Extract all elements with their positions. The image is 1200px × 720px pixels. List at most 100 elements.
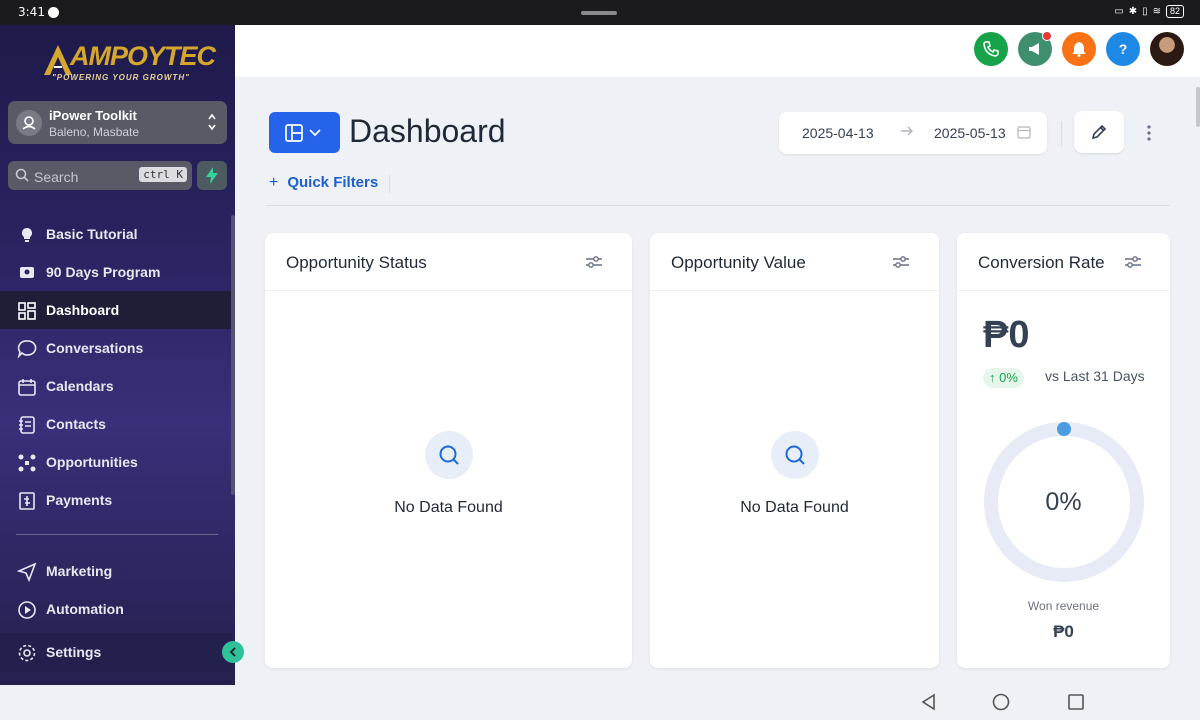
card-header: Opportunity Status: [265, 233, 632, 291]
sidebar: AMPOYTEC "POWERING YOUR GROWTH" iPower T…: [0, 25, 235, 685]
sidebar-item-conversations[interactable]: Conversations: [0, 329, 232, 367]
conversion-value: ₱0: [983, 314, 1030, 356]
filters-separator: [389, 175, 390, 193]
card-title: Conversion Rate: [978, 253, 1105, 272]
account-switcher[interactable]: iPower Toolkit Baleno, Masbate: [8, 101, 227, 144]
more-vertical-icon[interactable]: [1140, 123, 1158, 143]
handle-icon: [581, 11, 617, 15]
account-location: Baleno, Masbate: [49, 125, 140, 139]
sidebar-item-calendars[interactable]: Calendars: [0, 367, 232, 405]
sidebar-item-basic-tutorial[interactable]: Basic Tutorial: [0, 215, 232, 253]
layout-dropdown-icon: [285, 124, 321, 142]
page-title: Dashboard: [349, 113, 506, 149]
sidebar-item-contacts[interactable]: Contacts: [0, 405, 232, 443]
bluetooth-icon: ✱: [1128, 6, 1138, 17]
opportunity-status-card: Opportunity Status No Data Found: [265, 233, 632, 668]
empty-state-text: No Data Found: [394, 499, 503, 516]
chevron-left-icon: [229, 647, 236, 657]
empty-state: No Data Found: [650, 431, 939, 517]
brand-name: AMPOYTEC: [70, 41, 216, 71]
edit-dashboard-button[interactable]: [1074, 111, 1124, 153]
phone-button[interactable]: [974, 32, 1008, 66]
help-button[interactable]: ?: [1106, 32, 1140, 66]
back-icon[interactable]: [920, 693, 938, 711]
cast-icon: ▭: [1114, 6, 1124, 17]
status-time: 3:41: [18, 5, 45, 19]
recents-icon[interactable]: [1067, 693, 1085, 711]
payments-icon: [19, 492, 35, 510]
search-input[interactable]: Search ctrl K: [8, 161, 192, 190]
gauge-indicator: [1057, 422, 1071, 436]
card-title: Opportunity Status: [286, 253, 427, 272]
empty-state-text: No Data Found: [740, 499, 849, 516]
sidebar-item-opportunities[interactable]: Opportunities: [0, 443, 232, 481]
sidebar-item-payments[interactable]: Payments: [0, 481, 232, 519]
conversion-rate-card: Conversion Rate ₱0 ↑ 0% vs Last 31 Days …: [957, 233, 1170, 668]
wifi-icon: ≋: [1152, 6, 1161, 17]
header-separator: [1061, 121, 1062, 147]
calendar-icon: [1017, 126, 1031, 139]
plus-icon: +: [269, 174, 279, 191]
date-start[interactable]: 2025-04-13: [802, 125, 874, 141]
quick-action-button[interactable]: [197, 161, 227, 190]
empty-search-icon: [424, 431, 473, 479]
date-range-picker[interactable]: 2025-04-13 2025-05-13: [779, 112, 1047, 154]
bell-icon: [1072, 42, 1086, 57]
search-shortcut: ctrl K: [139, 167, 187, 182]
megaphone-icon: [1029, 43, 1039, 56]
comparison-text: vs Last 31 Days: [1045, 368, 1145, 384]
quick-filters-button[interactable]: + Quick Filters: [269, 174, 378, 192]
notification-dot: [1042, 31, 1052, 41]
sidebar-item-90-days-program[interactable]: 90 Days Program: [0, 253, 232, 291]
search-icon: [15, 168, 29, 182]
collapse-sidebar-button[interactable]: [222, 641, 244, 663]
grid-icon: [18, 302, 36, 320]
card-title: Opportunity Value: [671, 253, 806, 272]
won-revenue-label: Won revenue: [1027, 599, 1100, 613]
filter-settings-icon[interactable]: [585, 255, 603, 269]
dashboard-switcher-button[interactable]: [269, 112, 340, 153]
sidebar-item-automation[interactable]: Automation: [0, 590, 232, 628]
sidebar-item-label: 90 Days Program: [46, 264, 161, 280]
filter-settings-icon[interactable]: [892, 255, 910, 269]
system-icons: ▭ ✱ ▯ ≋ 82: [1114, 5, 1184, 18]
sidebar-item-label: Opportunities: [46, 454, 138, 470]
battery-icon: 82: [1165, 5, 1184, 18]
brand-logo[interactable]: AMPOYTEC "POWERING YOUR GROWTH": [42, 39, 216, 87]
main-content: Dashboard 2025-04-13 2025-05-13 + Quick F…: [235, 77, 1200, 685]
opportunity-value-card: Opportunity Value No Data Found: [650, 233, 939, 668]
date-end[interactable]: 2025-05-13: [934, 125, 1006, 141]
chevron-updown-icon: [208, 113, 216, 131]
header-divider: [266, 205, 1170, 206]
calendar-icon: [18, 379, 36, 396]
location-avatar: [16, 110, 42, 136]
send-icon: [17, 562, 37, 582]
svg-text:?: ?: [1119, 41, 1128, 57]
main-scrollbar[interactable]: [1196, 87, 1200, 127]
sidebar-item-settings[interactable]: Settings: [0, 633, 232, 671]
filter-settings-icon[interactable]: [1124, 255, 1142, 269]
sidebar-item-label: Payments: [46, 492, 113, 508]
notifications-button[interactable]: [1062, 32, 1096, 66]
vibrate-icon: ▯: [1142, 6, 1148, 17]
sidebar-item-label: Settings: [46, 644, 102, 660]
sidebar-item-label: Calendars: [46, 378, 114, 394]
empty-state: No Data Found: [265, 431, 632, 517]
quick-filters-label: Quick Filters: [287, 174, 379, 191]
arrow-right-icon: [901, 126, 913, 136]
lightning-icon: [206, 167, 218, 184]
sidebar-item-marketing[interactable]: Marketing: [0, 552, 232, 590]
pencil-icon: [1091, 124, 1107, 140]
won-revenue-value: ₱0: [1053, 622, 1074, 641]
sidebar-item-label: Contacts: [46, 416, 106, 432]
sidebar-item-dashboard[interactable]: Dashboard: [0, 291, 232, 329]
user-avatar[interactable]: [1150, 32, 1184, 66]
account-name: iPower Toolkit: [49, 108, 137, 123]
messenger-icon: [48, 7, 59, 18]
conversion-percent: 0%: [1045, 488, 1082, 516]
home-icon[interactable]: [992, 693, 1010, 711]
card-header: Opportunity Value: [650, 233, 939, 291]
status-bar: 3:41 ▭ ✱ ▯ ≋ 82: [0, 0, 1200, 25]
lightbulb-icon: [22, 228, 33, 242]
automation-icon: [18, 601, 36, 619]
